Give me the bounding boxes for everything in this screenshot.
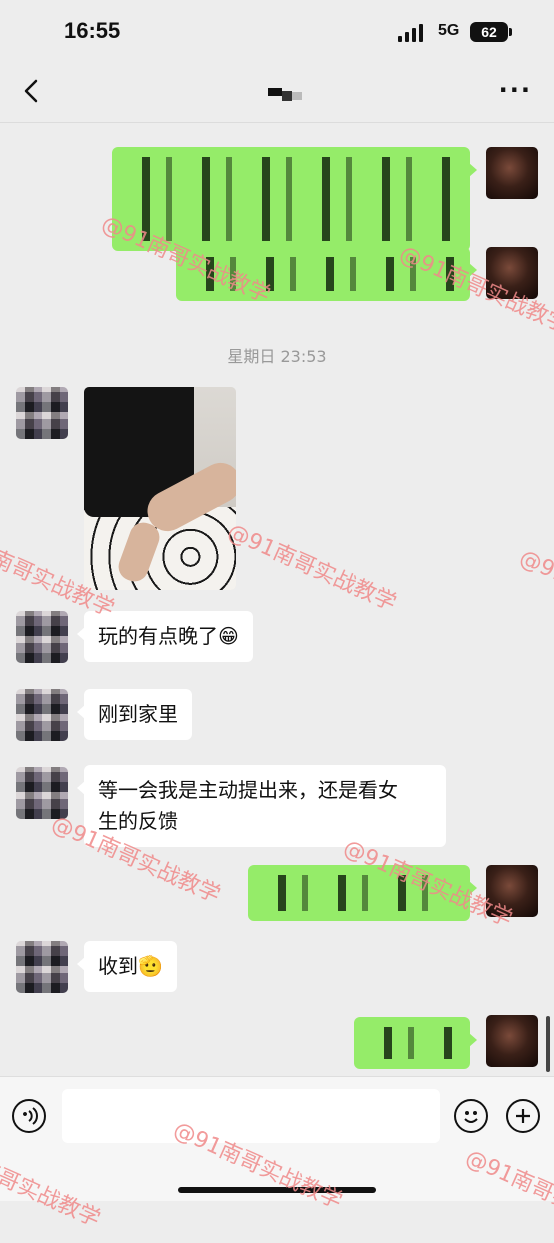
message-bubble-received[interactable]: 收到🫡 [77, 941, 177, 992]
message-text: 玩的有点晚了 [98, 624, 218, 648]
message-text: 收到 [98, 954, 138, 978]
back-icon[interactable] [18, 76, 48, 106]
avatar-contact[interactable] [16, 689, 68, 741]
message-bubble-sent-redacted[interactable] [248, 865, 477, 921]
message-text-line: 生的反馈 [98, 809, 178, 833]
avatar-self[interactable] [486, 865, 538, 917]
more-icon[interactable]: ··· [499, 76, 532, 104]
pixelated-text [370, 1027, 454, 1059]
pixelated-text [264, 875, 454, 911]
message-text-line: 等一会我是主动提出来，还是看女 [98, 778, 398, 802]
avatar-self[interactable] [486, 147, 538, 199]
salute-emoji-icon: 🫡 [138, 954, 163, 978]
avatar-contact[interactable] [16, 767, 68, 819]
message-bubble-sent-redacted[interactable] [354, 1017, 477, 1069]
status-bar: 16:55 5G 62 [0, 0, 554, 64]
contact-name-redacted [262, 86, 312, 102]
chat-header: ··· [0, 64, 554, 123]
battery-icon: 62 [470, 22, 512, 42]
message-timestamp: 星期日 23:53 [227, 347, 327, 366]
clock: 16:55 [64, 18, 121, 43]
avatar-contact[interactable] [16, 941, 68, 993]
message-bubble-sent-redacted[interactable] [112, 147, 477, 251]
scrollbar[interactable] [546, 1016, 550, 1072]
signal-icon [398, 24, 426, 42]
chat-area[interactable]: 星期日 23:53 玩的有点晚了😁 刚到家里 等一会我是主动提出来，还是看女 生… [0, 123, 554, 1076]
grin-emoji-icon: 😁 [218, 624, 239, 648]
message-bubble-received[interactable]: 等一会我是主动提出来，还是看女 生的反馈 [77, 765, 446, 847]
avatar-self[interactable] [486, 247, 538, 299]
avatar-contact[interactable] [16, 387, 68, 439]
message-input[interactable] [62, 1089, 440, 1143]
avatar-contact[interactable] [16, 611, 68, 663]
message-text: 刚到家里 [98, 702, 178, 726]
input-bar [0, 1076, 554, 1201]
network-type: 5G [438, 22, 460, 39]
plus-icon[interactable] [506, 1099, 540, 1133]
home-indicator [178, 1187, 376, 1193]
message-bubble-received[interactable]: 刚到家里 [77, 689, 192, 740]
emoji-icon[interactable] [454, 1099, 488, 1133]
avatar-self[interactable] [486, 1015, 538, 1067]
pixelated-text [192, 257, 454, 291]
voice-input-icon[interactable] [12, 1099, 46, 1133]
message-bubble-received[interactable]: 玩的有点晚了😁 [77, 611, 253, 662]
pixelated-text [128, 157, 454, 241]
message-bubble-sent-redacted[interactable] [176, 247, 477, 301]
photo-message[interactable] [84, 387, 236, 590]
